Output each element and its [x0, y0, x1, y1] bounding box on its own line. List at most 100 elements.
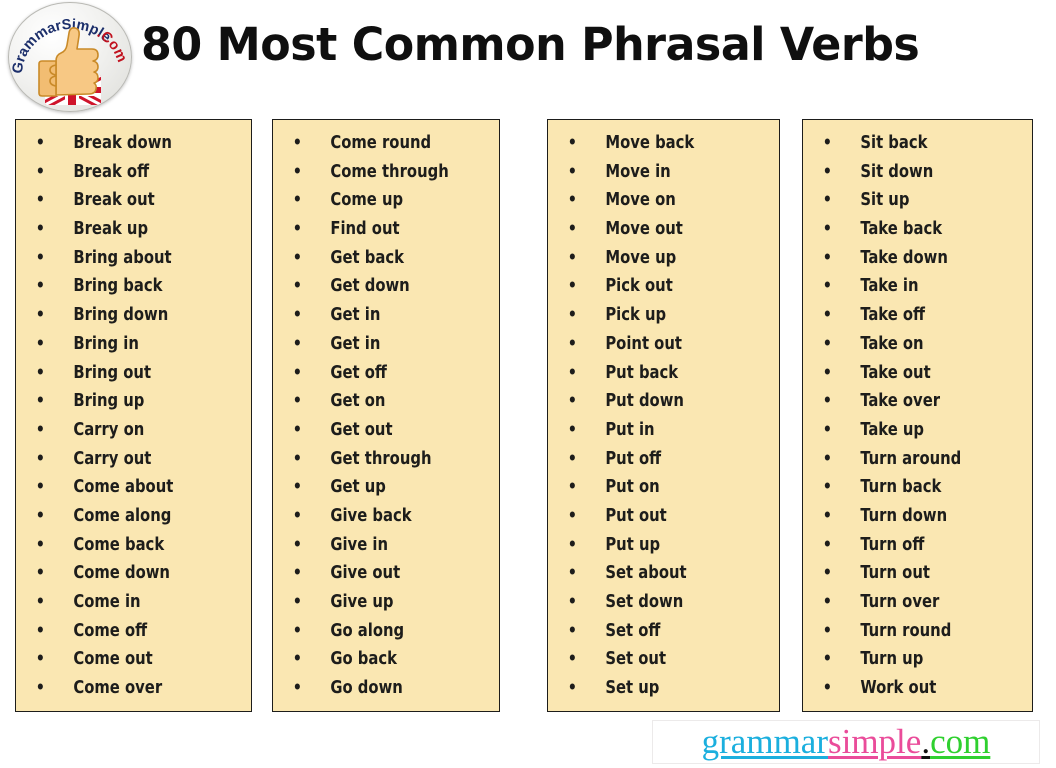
list-item: Take over: [803, 387, 1018, 416]
page-title: 80 Most Common Phrasal Verbs: [141, 18, 920, 71]
verb-list-4: Sit back Sit down Sit up Take back Take …: [803, 129, 1032, 703]
brand-segment-com: com: [930, 722, 991, 761]
verb-list-3: Move back Move in Move on Move out Move …: [548, 129, 779, 703]
list-item: Turn off: [803, 531, 1018, 560]
list-item: Sit back: [803, 129, 1018, 158]
list-item: Take back: [803, 215, 1018, 244]
list-item: Pick out: [548, 272, 765, 301]
grammarsimple-logo: GrammarSimple .Com: [8, 2, 132, 112]
list-item: Bring down: [16, 301, 237, 330]
list-item: Break out: [16, 186, 237, 215]
list-item: Get on: [273, 387, 485, 416]
list-item: Come along: [16, 502, 237, 531]
list-item: Put up: [548, 531, 765, 560]
list-item: Find out: [273, 215, 485, 244]
brand-segment-grammar: grammar: [701, 722, 828, 761]
verb-column-3: Move back Move in Move on Move out Move …: [547, 119, 780, 712]
list-item: Turn over: [803, 588, 1018, 617]
list-item: Come round: [273, 129, 485, 158]
phrasal-verbs-columns: Break down Break off Break out Break up …: [0, 119, 1056, 715]
list-item: Come in: [16, 588, 237, 617]
list-item: Move on: [548, 186, 765, 215]
list-item: Move in: [548, 158, 765, 187]
list-item: Bring back: [16, 272, 237, 301]
list-item: Go down: [273, 674, 485, 703]
list-item: Set about: [548, 559, 765, 588]
list-item: Bring up: [16, 387, 237, 416]
list-item: Take down: [803, 244, 1018, 273]
list-item: Put in: [548, 416, 765, 445]
svg-text:.Com: .Com: [94, 25, 130, 64]
list-item: Take up: [803, 416, 1018, 445]
list-item: Come over: [16, 674, 237, 703]
verb-list-2: Come round Come through Come up Find out…: [273, 129, 499, 703]
page-header: GrammarSimple .Com 80 Most Common Phrasa…: [0, 0, 1056, 112]
list-item: Get in: [273, 330, 485, 359]
list-item: Get in: [273, 301, 485, 330]
list-item: Set up: [548, 674, 765, 703]
list-item: Take in: [803, 272, 1018, 301]
list-item: Move back: [548, 129, 765, 158]
list-item: Bring about: [16, 244, 237, 273]
list-item: Come through: [273, 158, 485, 187]
list-item: Turn down: [803, 502, 1018, 531]
list-item: Turn round: [803, 617, 1018, 646]
site-brand-footer[interactable]: grammarsimple.com: [652, 720, 1040, 764]
list-item: Come off: [16, 617, 237, 646]
list-item: Give back: [273, 502, 485, 531]
list-item: Take out: [803, 359, 1018, 388]
list-item: Come out: [16, 645, 237, 674]
list-item: Point out: [548, 330, 765, 359]
list-item: Get through: [273, 445, 485, 474]
brand-segment-dot: .: [921, 722, 931, 761]
list-item: Turn back: [803, 473, 1018, 502]
list-item: Come up: [273, 186, 485, 215]
list-item: Take off: [803, 301, 1018, 330]
list-item: Sit down: [803, 158, 1018, 187]
list-item: Go back: [273, 645, 485, 674]
brand-segment-simple: simple: [827, 722, 922, 761]
list-item: Set out: [548, 645, 765, 674]
list-item: Get off: [273, 359, 485, 388]
list-item: Set down: [548, 588, 765, 617]
list-item: Carry out: [16, 445, 237, 474]
list-item: Come back: [16, 531, 237, 560]
list-item: Put out: [548, 502, 765, 531]
list-item: Get down: [273, 272, 485, 301]
list-item: Set off: [548, 617, 765, 646]
list-item: Bring in: [16, 330, 237, 359]
verb-list-1: Break down Break off Break out Break up …: [16, 129, 251, 703]
verb-column-1: Break down Break off Break out Break up …: [15, 119, 252, 712]
list-item: Move up: [548, 244, 765, 273]
list-item: Move out: [548, 215, 765, 244]
verb-column-2: Come round Come through Come up Find out…: [272, 119, 500, 712]
list-item: Give out: [273, 559, 485, 588]
list-item: Come about: [16, 473, 237, 502]
list-item: Get back: [273, 244, 485, 273]
list-item: Break down: [16, 129, 237, 158]
list-item: Turn up: [803, 645, 1018, 674]
list-item: Break off: [16, 158, 237, 187]
list-item: Break up: [16, 215, 237, 244]
list-item: Get out: [273, 416, 485, 445]
logo-arc-suffix: .Com: [94, 25, 130, 64]
list-item: Carry on: [16, 416, 237, 445]
list-item: Put down: [548, 387, 765, 416]
list-item: Give in: [273, 531, 485, 560]
list-item: Work out: [803, 674, 1018, 703]
list-item: Go along: [273, 617, 485, 646]
verb-column-4: Sit back Sit down Sit up Take back Take …: [802, 119, 1033, 712]
list-item: Put off: [548, 445, 765, 474]
list-item: Come down: [16, 559, 237, 588]
brand-wordmark: grammarsimple.com: [702, 723, 991, 761]
list-item: Bring out: [16, 359, 237, 388]
list-item: Get up: [273, 473, 485, 502]
list-item: Sit up: [803, 186, 1018, 215]
list-item: Turn out: [803, 559, 1018, 588]
list-item: Give up: [273, 588, 485, 617]
list-item: Put back: [548, 359, 765, 388]
list-item: Pick up: [548, 301, 765, 330]
list-item: Turn around: [803, 445, 1018, 474]
list-item: Put on: [548, 473, 765, 502]
list-item: Take on: [803, 330, 1018, 359]
